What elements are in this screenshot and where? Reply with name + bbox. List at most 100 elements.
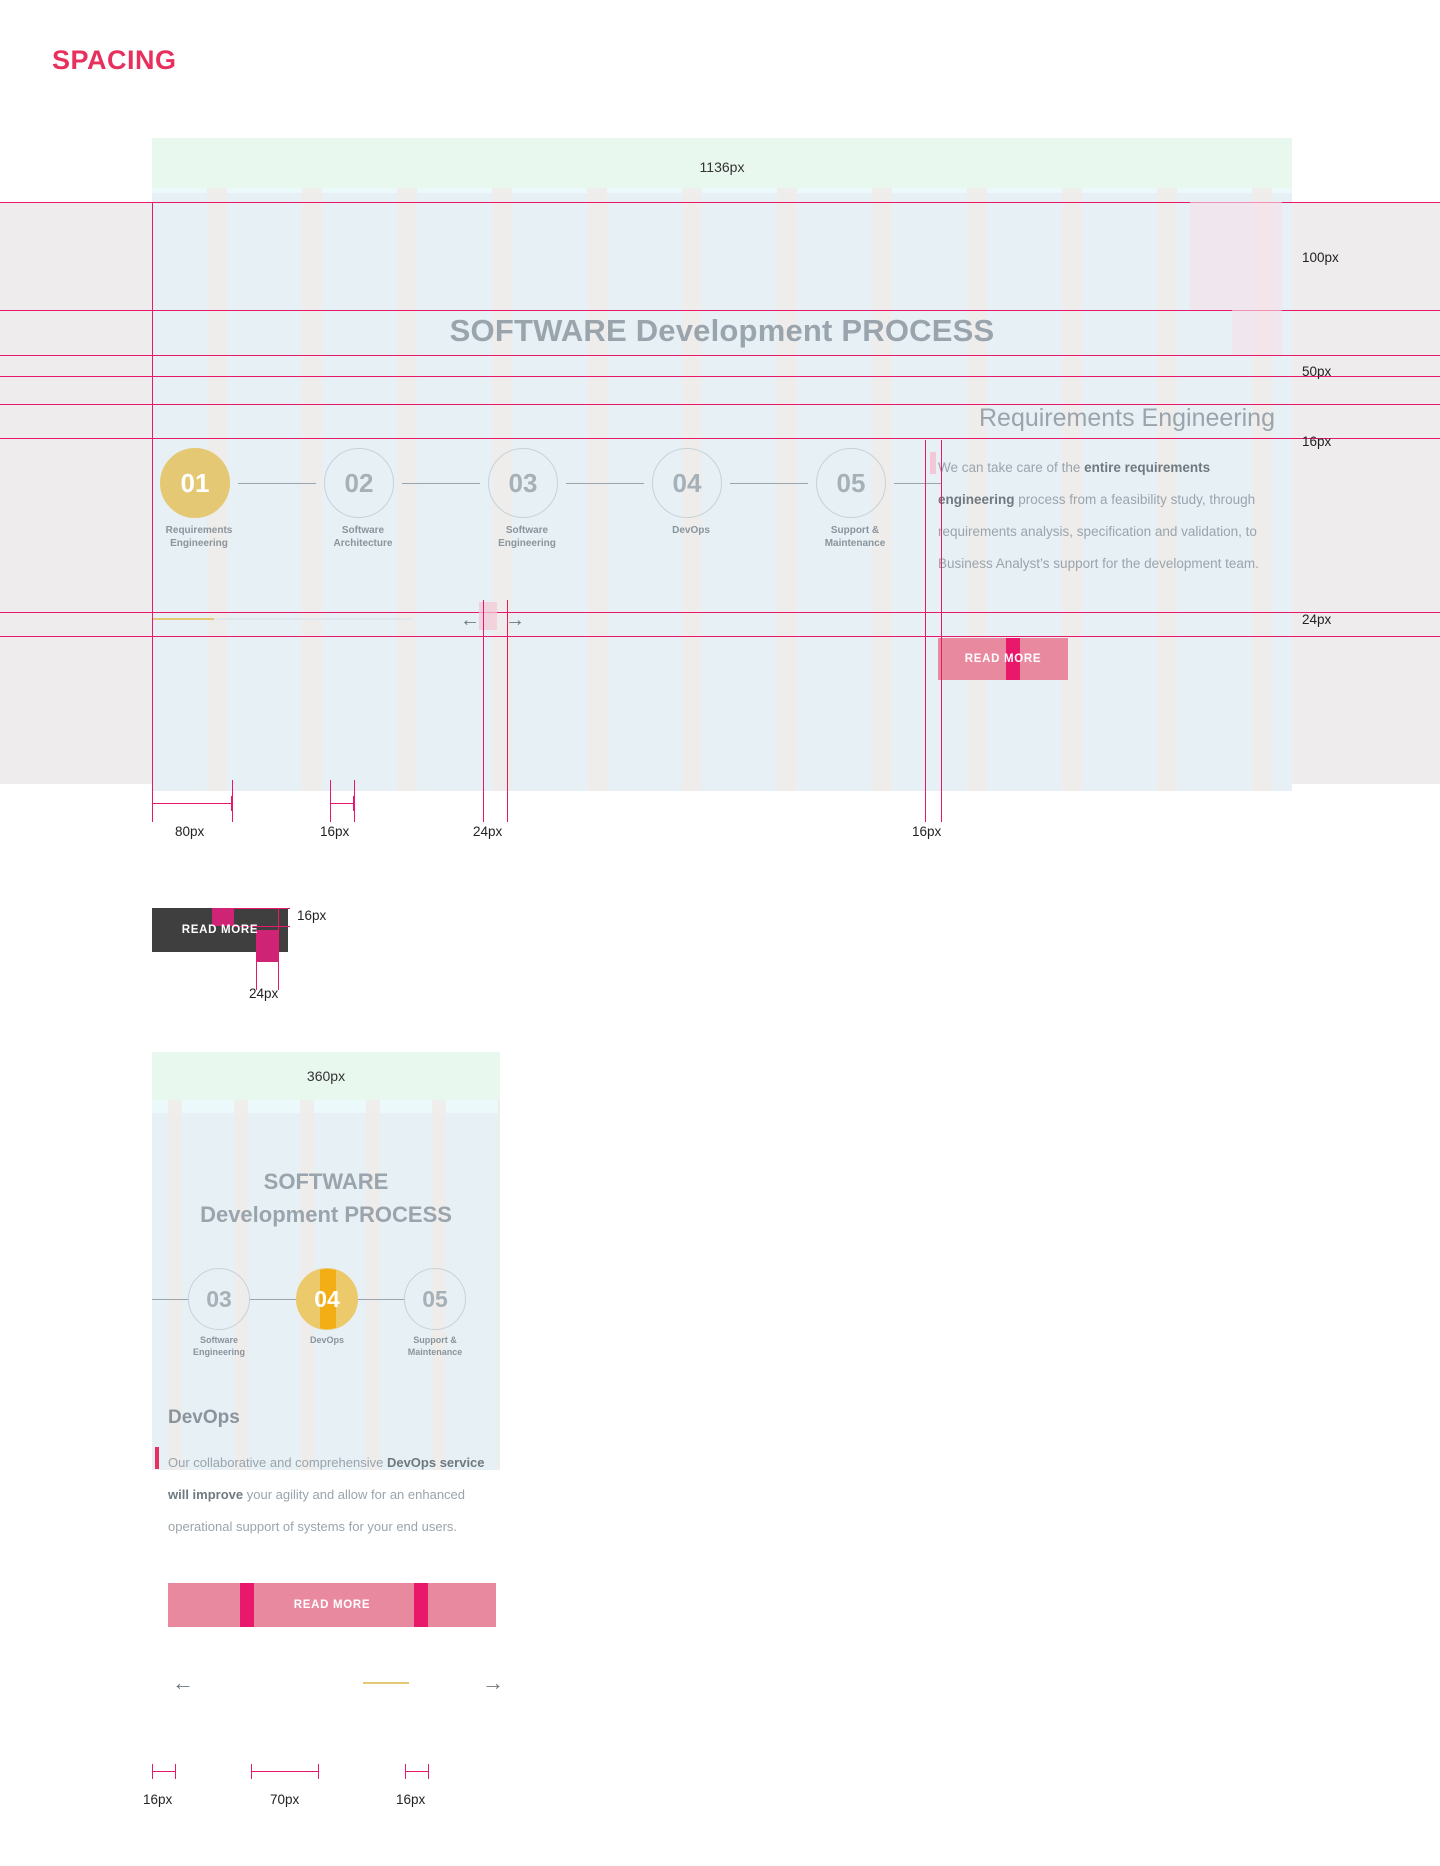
mobile-width-label: 360px xyxy=(306,1068,346,1084)
mobile-measure-label-16px-right: 16px xyxy=(396,1792,426,1807)
measure-label-16px-button: 16px xyxy=(297,908,327,923)
page-title: SPACING xyxy=(52,45,177,75)
step-connector xyxy=(152,1299,188,1300)
padding-highlight-right xyxy=(414,1583,428,1627)
mobile-measure-label-70px: 70px xyxy=(270,1792,300,1807)
guide-line-h xyxy=(0,612,1440,613)
measure-label-16px: 16px xyxy=(320,824,350,839)
desktop-steps-row: 01 Requirements Engineering 02 Software … xyxy=(152,448,952,549)
mobile-carousel-progress-fill xyxy=(363,1682,409,1684)
read-more-label: READ MORE xyxy=(293,1599,371,1611)
step-label-04: DevOps xyxy=(672,525,710,536)
tick-end xyxy=(251,1764,252,1779)
grid-gutter xyxy=(498,1100,500,1113)
mobile-step-label-03: Software Engineering xyxy=(192,1335,245,1357)
measure-label-80px: 80px xyxy=(175,824,205,839)
guide-line-v xyxy=(278,908,279,990)
step-number: 03 xyxy=(508,467,538,498)
step-number: 03 xyxy=(206,1285,232,1312)
mobile-read-more-button[interactable]: READ MORE xyxy=(168,1583,496,1627)
mobile-step-item-04[interactable]: 04 DevOps xyxy=(296,1268,358,1345)
tick-bar-16px xyxy=(330,803,354,804)
read-more-label: READ MORE xyxy=(964,653,1042,665)
measure-label-16px-right: 16px xyxy=(912,824,942,839)
measure-highlight-100px xyxy=(1190,202,1282,310)
guide-line-h xyxy=(0,636,1440,637)
tick-bar-70px xyxy=(251,1771,319,1772)
mobile-step-circle-05[interactable]: 05 xyxy=(404,1268,466,1330)
step-item-04[interactable]: 04 DevOps xyxy=(652,448,730,536)
grid-gutter xyxy=(366,1100,380,1113)
guide-line-v xyxy=(256,930,257,990)
tick-bar-16px xyxy=(405,1771,429,1772)
step-connector xyxy=(250,1299,296,1300)
desktop-heading: SOFTWARE Development PROCESS xyxy=(449,313,995,348)
measure-label-24px: 24px xyxy=(1302,612,1332,627)
mobile-section-title: DevOps xyxy=(168,1407,240,1428)
mobile-measure-label-16px-left: 16px xyxy=(143,1792,173,1807)
tick-end xyxy=(152,796,153,811)
tick-end xyxy=(175,1764,176,1779)
desktop-body-text: We can take care of the entire requireme… xyxy=(938,460,1259,571)
tick-bar-16px xyxy=(152,1771,176,1772)
step-circle-03[interactable]: 03 xyxy=(488,448,558,518)
carousel-prev-arrow-icon[interactable]: ← xyxy=(460,610,480,630)
mobile-carousel-next-arrow-icon[interactable]: → xyxy=(482,1672,504,1694)
step-connector xyxy=(402,483,480,484)
step-number: 05 xyxy=(836,467,866,498)
measure-label-16px: 16px xyxy=(1302,434,1332,449)
desktop-read-more-button[interactable]: READ MORE xyxy=(938,638,1068,680)
mobile-step-label-04: DevOps xyxy=(309,1335,344,1345)
mobile-body-text: Our collaborative and comprehensive DevO… xyxy=(168,1455,485,1534)
step-circle-02[interactable]: 02 xyxy=(324,448,394,518)
step-circle-04[interactable]: 04 xyxy=(652,448,722,518)
desktop-width-label: 1136px xyxy=(699,159,745,175)
step-circle-01[interactable]: 01 xyxy=(160,448,230,518)
button-detail-label: READ MORE xyxy=(181,924,259,936)
step-connector xyxy=(238,483,316,484)
step-connector xyxy=(730,483,808,484)
mobile-body-accent-bar xyxy=(155,1447,159,1469)
mobile-top-grid-strip xyxy=(152,1100,500,1113)
guide-line-h xyxy=(0,355,1440,356)
padding-highlight-left xyxy=(240,1583,254,1627)
step-label-02: Software Architecture xyxy=(333,525,393,549)
mobile-step-label-05: Support & Maintenance xyxy=(407,1335,463,1357)
tick-end xyxy=(330,796,331,811)
padding-right-swatch xyxy=(256,930,278,962)
guide-line-h xyxy=(0,376,1440,377)
guide-line-v xyxy=(925,440,926,822)
carousel-progress-fill xyxy=(152,618,214,620)
step-label-01: Requirements Engineering xyxy=(165,525,233,549)
mobile-step-circle-04[interactable]: 04 xyxy=(296,1268,358,1330)
measure-label-24px: 24px xyxy=(473,824,503,839)
mobile-step-item-03[interactable]: 03 Software Engineering xyxy=(188,1268,250,1357)
mobile-carousel-prev-arrow-icon[interactable]: ← xyxy=(172,1672,194,1694)
guide-line-v xyxy=(232,780,233,822)
guide-line-h xyxy=(0,310,1440,311)
measure-label-100px: 100px xyxy=(1302,250,1339,265)
arrow-gap-highlight xyxy=(479,602,497,630)
step-item-05[interactable]: 05 Support & Maintenance xyxy=(816,448,894,549)
step-connector xyxy=(358,1299,404,1300)
tick-bar-80px xyxy=(152,803,232,804)
mobile-heading: SOFTWARE Development PROCESS xyxy=(200,1169,452,1227)
body-accent-bar xyxy=(930,452,936,474)
carousel-next-arrow-icon[interactable]: → xyxy=(505,610,525,630)
step-number: 04 xyxy=(672,467,702,498)
step-item-01[interactable]: 01 Requirements Engineering xyxy=(160,448,238,549)
mobile-steps-row: 03 Software Engineering 04 DevOps 05 Sup… xyxy=(152,1268,500,1357)
step-item-02[interactable]: 02 Software Architecture xyxy=(324,448,402,549)
measure-label-24px-button: 24px xyxy=(249,986,279,1001)
step-item-03[interactable]: 03 Software Engineering xyxy=(488,448,566,549)
guide-line-v xyxy=(354,780,355,822)
mobile-step-item-05[interactable]: 05 Support & Maintenance xyxy=(404,1268,466,1357)
step-circle-05[interactable]: 05 xyxy=(816,448,886,518)
grid-gutter xyxy=(168,1100,182,1113)
mobile-step-circle-03[interactable]: 03 xyxy=(188,1268,250,1330)
step-label-03: Software Engineering xyxy=(498,525,556,549)
tick-end xyxy=(428,1764,429,1779)
grid-gutter xyxy=(432,1100,446,1113)
step-number: 01 xyxy=(180,467,210,498)
grid-gutter xyxy=(234,1100,248,1113)
